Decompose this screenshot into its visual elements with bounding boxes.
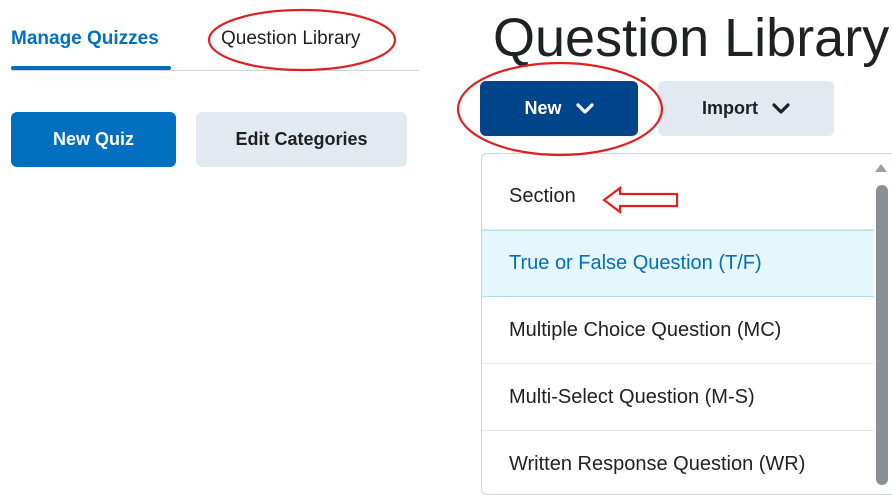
new-button-label: New [524, 98, 562, 118]
new-button[interactable]: New [480, 81, 638, 136]
menu-item-true-false[interactable]: True or False Question (T/F) [482, 230, 874, 297]
import-button-label: Import [702, 98, 758, 118]
scroll-up-arrow-icon[interactable] [875, 164, 887, 172]
dropdown-scrollbar[interactable] [876, 185, 888, 485]
new-dropdown-menu: Section True or False Question (T/F) Mul… [481, 153, 892, 495]
menu-item-multiple-choice[interactable]: Multiple Choice Question (MC) [482, 297, 874, 364]
edit-categories-button[interactable]: Edit Categories [196, 112, 407, 167]
chevron-down-icon [772, 102, 790, 115]
page-title: Question Library [493, 8, 890, 68]
tab-question-library[interactable]: Question Library [221, 28, 360, 50]
menu-item-section[interactable]: Section [482, 163, 874, 230]
new-quiz-button[interactable]: New Quiz [11, 112, 176, 167]
quiz-tabs: Manage Quizzes Question Library [0, 0, 420, 71]
import-button[interactable]: Import [658, 81, 834, 136]
tab-manage-quizzes[interactable]: Manage Quizzes [11, 28, 159, 50]
tab-divider [11, 70, 419, 71]
menu-item-multi-select[interactable]: Multi-Select Question (M-S) [482, 364, 874, 431]
menu-item-written-response[interactable]: Written Response Question (WR) [482, 431, 874, 494]
chevron-down-icon [575, 102, 594, 115]
